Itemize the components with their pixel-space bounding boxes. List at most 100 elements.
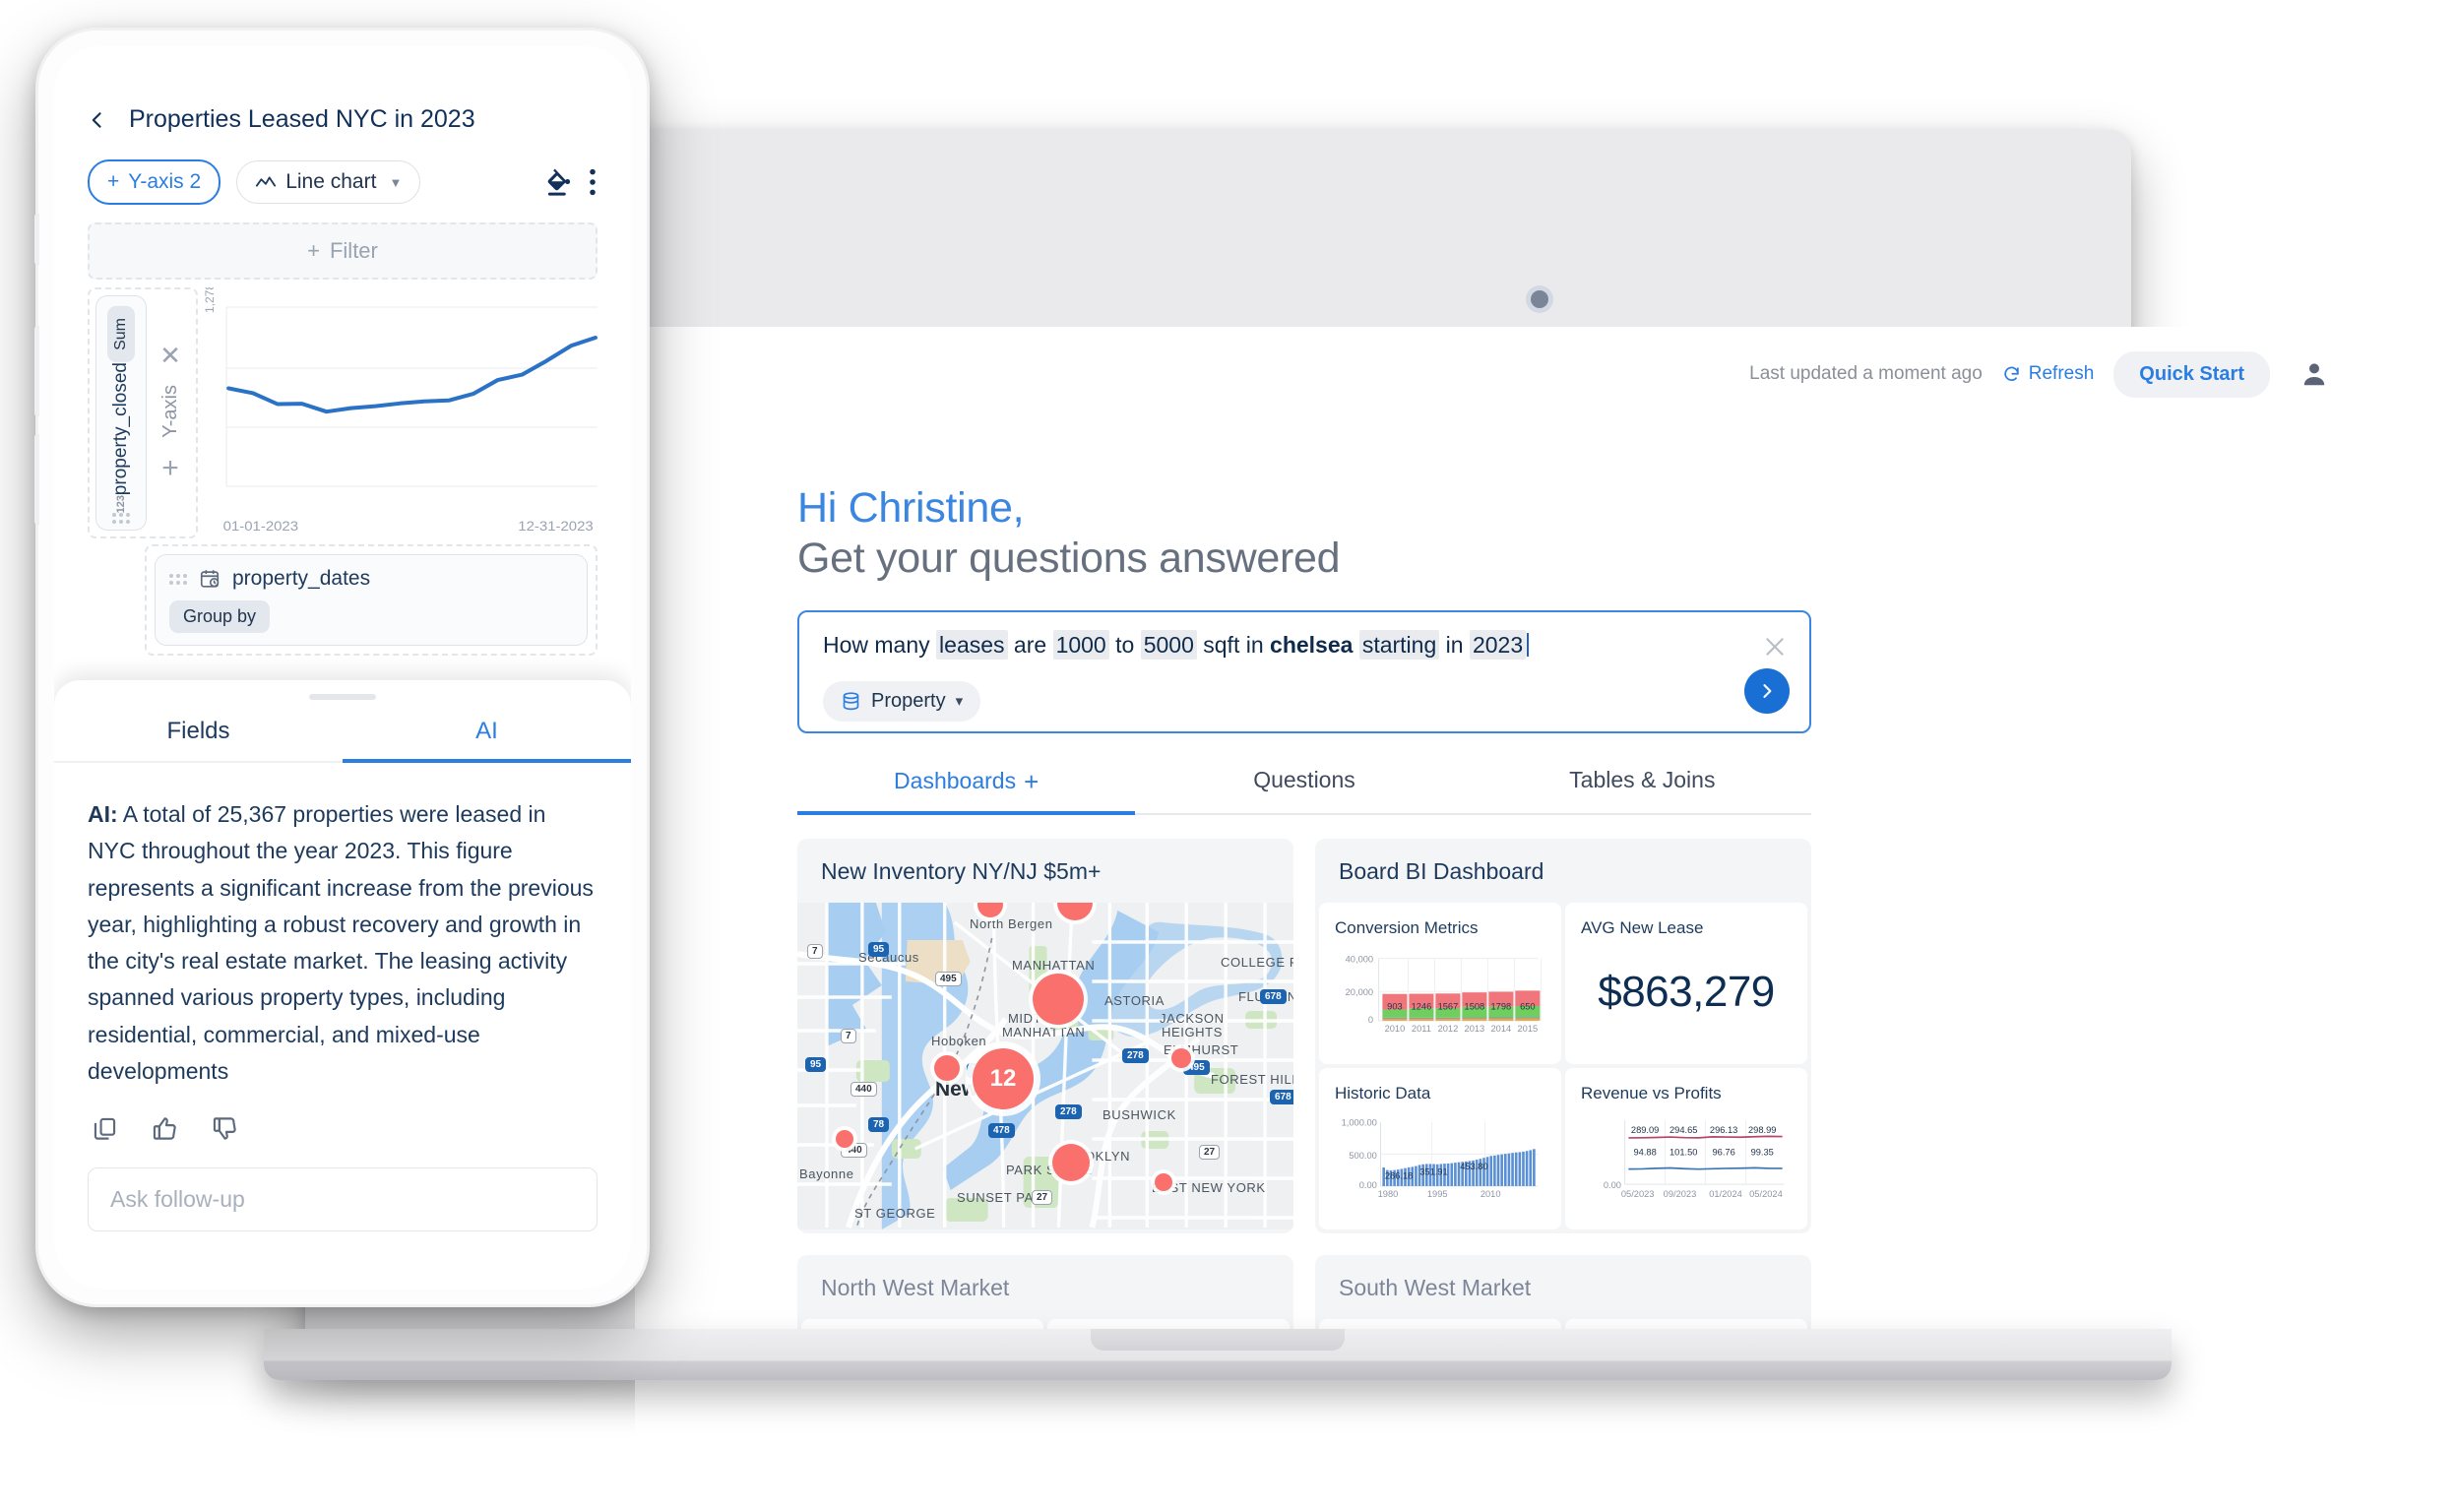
sheet-grabber[interactable] <box>309 694 376 700</box>
thumbs-down-icon[interactable] <box>212 1115 238 1142</box>
drag-handle-icon[interactable] <box>112 513 130 525</box>
svg-text:903: 903 <box>1387 1002 1403 1012</box>
svg-text:296.13: 296.13 <box>1710 1125 1737 1135</box>
svg-text:453.80: 453.80 <box>1460 1162 1487 1171</box>
map-place-label: COLLEGE POINT <box>1221 955 1293 970</box>
laptop-camera-icon <box>1531 290 1548 308</box>
field-chip-property-closed[interactable]: Sum property_closed 123 <box>95 295 147 531</box>
tab-questions[interactable]: Questions <box>1135 767 1473 813</box>
svg-text:2010: 2010 <box>1480 1189 1501 1199</box>
quick-start-button[interactable]: Quick Start <box>2113 350 2270 398</box>
svg-text:1,278: 1,278 <box>203 287 217 313</box>
map-pin[interactable] <box>934 1055 960 1081</box>
drag-handle-icon[interactable] <box>169 573 187 585</box>
y-axis-2-label: Y-axis 2 <box>128 170 202 193</box>
tab-tables-joins[interactable]: Tables & Joins <box>1474 767 1811 813</box>
add-dashboard-icon[interactable]: + <box>1024 767 1039 796</box>
refresh-button[interactable]: Refresh <box>2002 363 2094 385</box>
copy-icon[interactable] <box>92 1115 118 1142</box>
widget-conversion-metrics[interactable]: Conversion Metrics 40,000 20,000 0 2010 … <box>1319 903 1561 1064</box>
group-field-row: property_dates <box>169 567 573 591</box>
map-route-shield: 495 <box>935 972 962 986</box>
search-query-text[interactable]: How many leases are 1000 to 5000 sqft in… <box>823 630 1786 660</box>
sheet-tab-ai-label: AI <box>475 718 498 744</box>
phone-button-volume-down[interactable] <box>34 434 39 525</box>
group-by-dropzone[interactable]: property_dates Group by <box>145 544 598 656</box>
thumbs-up-icon[interactable] <box>152 1115 178 1142</box>
ask-followup-input[interactable]: Ask follow-up <box>88 1167 598 1231</box>
query-token: 2023 <box>1469 630 1527 660</box>
widget-historic-data[interactable]: Historic Data 1,000.00 500.00 0.00 1980 … <box>1319 1068 1561 1229</box>
map-pin[interactable] <box>1052 1144 1090 1181</box>
user-account-icon[interactable] <box>2300 359 2329 389</box>
historic-data-title: Historic Data <box>1335 1084 1431 1102</box>
screenshot-stage: Last updated a moment ago Refresh Quick … <box>0 0 2457 1512</box>
widget-revenue-vs-profits[interactable]: Revenue vs Profits 0.00 289.09 294.65 29… <box>1565 1068 1807 1229</box>
svg-text:2010: 2010 <box>1385 1024 1406 1034</box>
map-route-shield: 95 <box>868 942 890 957</box>
back-arrow-icon[interactable] <box>88 107 107 133</box>
map-place-label: North Bergen <box>970 916 1053 931</box>
submit-query-button[interactable] <box>1744 668 1790 714</box>
map-card-title: New Inventory NY/NJ $5m+ <box>821 858 1102 884</box>
dashboard-card-map[interactable]: New Inventory NY/NJ $5m+ New North Berge… <box>797 839 1293 1233</box>
data-source-selector[interactable]: Property ▾ <box>823 680 981 722</box>
y-axis-2-button[interactable]: + Y-axis 2 <box>88 159 221 205</box>
revenue-vs-profits-title: Revenue vs Profits <box>1581 1084 1722 1102</box>
field-chip-property-dates[interactable]: property_dates Group by <box>155 554 588 646</box>
group-by-badge[interactable]: Group by <box>169 600 271 633</box>
map-place-label: MANHATTAN <box>1002 1025 1086 1040</box>
main-content: Hi Christine, Get your questions answere… <box>797 484 1811 1373</box>
filter-label: Filter <box>329 238 378 263</box>
add-field-icon[interactable]: + <box>161 452 179 485</box>
y-axis-dropzone[interactable]: Sum property_closed 123 ✕ Y-axis + <box>88 287 198 538</box>
svg-text:0.00: 0.00 <box>1604 1180 1621 1190</box>
revenue-vs-profits-chart: 0.00 289.09 294.65 296.13 298.99 94.88 101.50… <box>1604 1119 1785 1199</box>
query-token: starting <box>1358 630 1440 660</box>
map-route-shield: 478 <box>988 1123 1015 1138</box>
remove-field-icon[interactable]: ✕ <box>159 341 181 371</box>
phone-button-volume-up[interactable] <box>34 326 39 416</box>
map-pin[interactable] <box>836 1130 853 1148</box>
query-token: 5000 <box>1140 630 1197 660</box>
chevron-down-icon: ▼ <box>389 174 403 190</box>
svg-text:40,000: 40,000 <box>1346 954 1373 964</box>
map-view[interactable]: New York North BergenSecaucusMANHATTANCO… <box>797 903 1293 1229</box>
sheet-tab-ai[interactable]: AI <box>343 718 631 763</box>
chart-type-selector[interactable]: Line chart ▼ <box>236 160 421 204</box>
map-route-shield: 678 <box>1270 1090 1293 1104</box>
aggregate-badge[interactable]: Sum <box>107 306 135 362</box>
svg-text:351.91: 351.91 <box>1419 1167 1447 1177</box>
chevron-down-icon: ▾ <box>955 693 964 711</box>
map-cluster-marker[interactable]: 12 <box>973 1048 1034 1109</box>
query-token: in <box>1439 632 1470 658</box>
search-box[interactable]: How many leases are 1000 to 5000 sqft in… <box>797 610 1811 733</box>
chevron-right-icon <box>1763 684 1772 698</box>
tab-dashboards[interactable]: Dashboards + <box>797 767 1136 815</box>
laptop-trackpad-notch <box>1091 1329 1345 1351</box>
svg-text:96.76: 96.76 <box>1713 1147 1735 1157</box>
widget-avg-new-lease[interactable]: AVG New Lease $863,279 <box>1565 903 1807 1064</box>
clear-search-icon[interactable] <box>1762 634 1788 660</box>
phone-button-mute[interactable] <box>34 214 39 265</box>
paint-bucket-icon[interactable] <box>544 167 572 197</box>
map-pin[interactable] <box>1171 1048 1191 1068</box>
tab-tables-joins-label: Tables & Joins <box>1569 767 1716 792</box>
map-route-shield: 78 <box>868 1117 890 1132</box>
sheet-tabs: Fields AI <box>54 718 631 763</box>
filter-dropzone[interactable]: + Filter <box>88 222 598 280</box>
svg-text:2011: 2011 <box>1412 1024 1431 1034</box>
svg-text:05/2023: 05/2023 <box>1621 1189 1655 1199</box>
map-pin[interactable] <box>1155 1173 1172 1191</box>
svg-text:1980: 1980 <box>1378 1189 1399 1199</box>
y-axis-add-control[interactable]: ✕ Y-axis + <box>151 295 190 531</box>
bi-card-title: Board BI Dashboard <box>1339 858 1544 884</box>
sheet-tab-fields[interactable]: Fields <box>54 718 343 761</box>
group-field-name: property_dates <box>232 567 371 590</box>
dashboard-card-bi[interactable]: Board BI Dashboard Conversion Metrics 40… <box>1315 839 1811 1233</box>
more-options-icon[interactable] <box>588 167 598 197</box>
ai-action-bar <box>54 1090 631 1142</box>
query-token: How many <box>823 632 937 658</box>
map-pin[interactable] <box>1033 974 1084 1025</box>
phone-app-screen: Properties Leased NYC in 2023 + Y-axis 2… <box>54 46 631 1289</box>
